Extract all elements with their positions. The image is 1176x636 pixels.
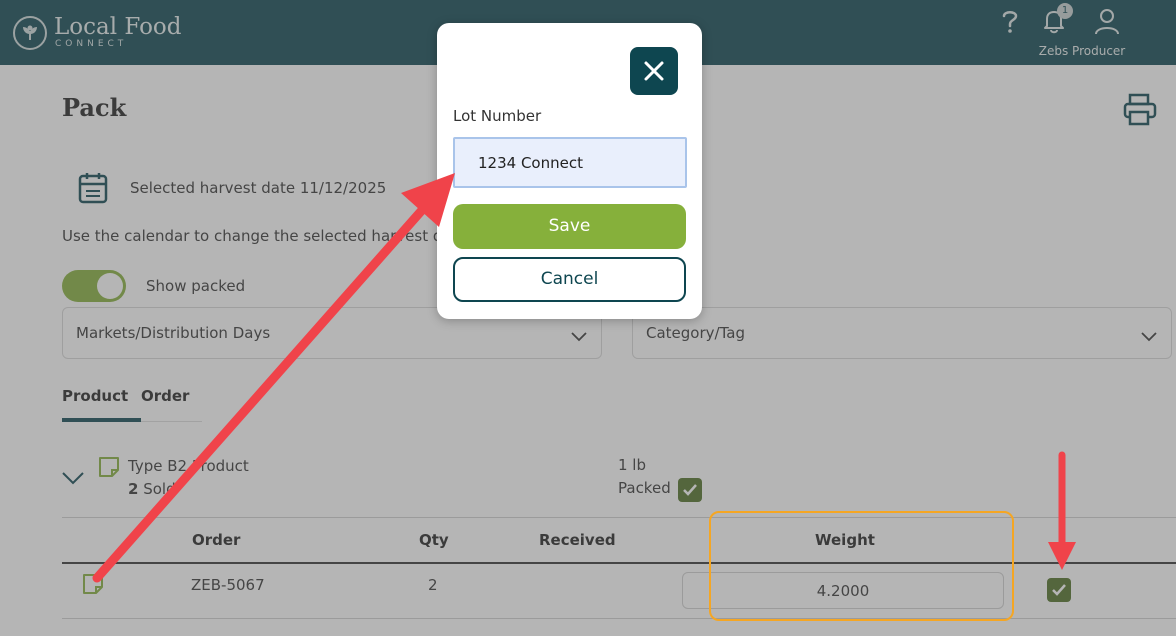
vertical-arrow-head: [1048, 542, 1076, 570]
annotation-arrows: [92, 173, 1076, 583]
diagonal-arrow-shaft: [92, 204, 428, 583]
